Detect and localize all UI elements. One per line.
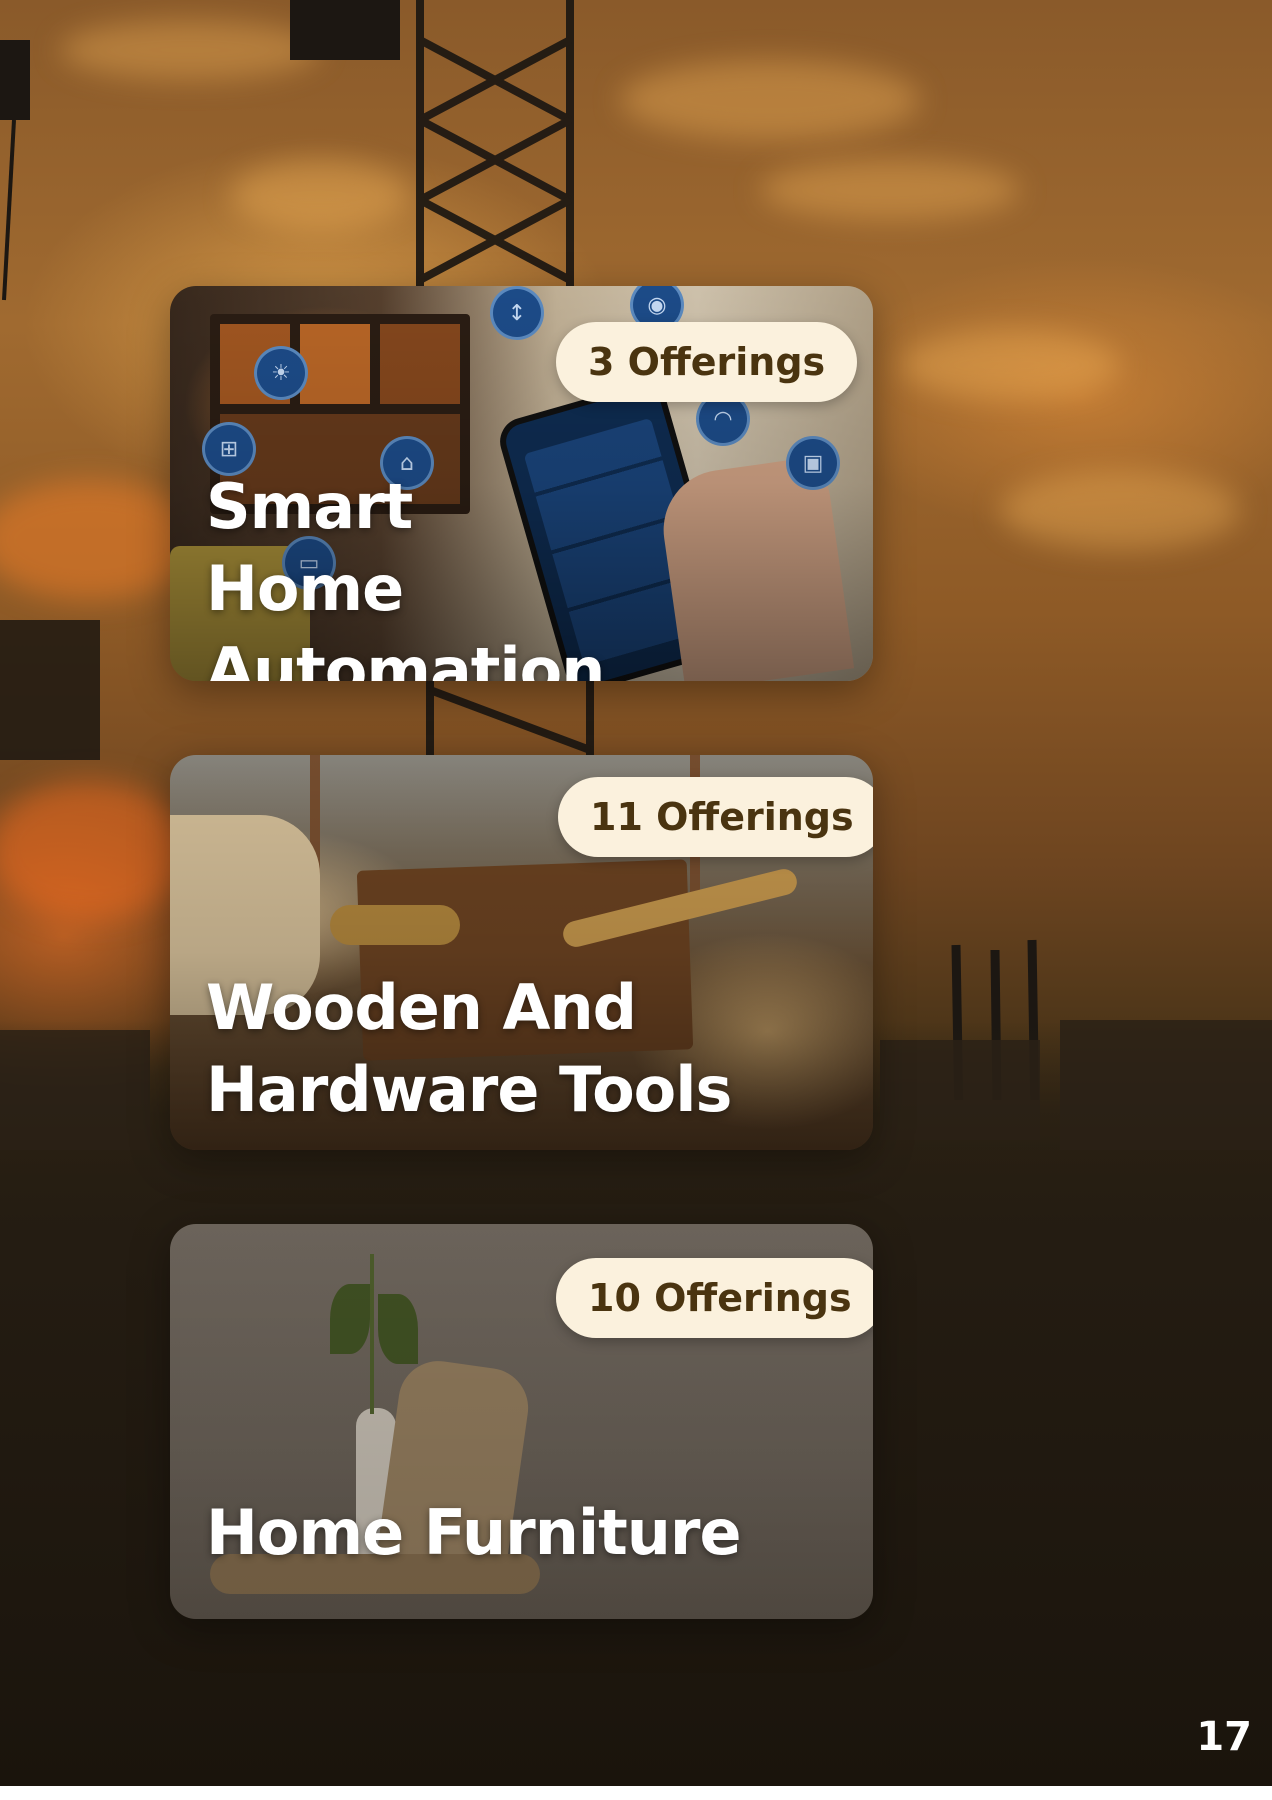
card-title: Wooden And Hardware Tools [206, 967, 766, 1131]
card-title: Smart Home Automation [206, 466, 626, 681]
offerings-badge: 10 Offerings [556, 1258, 873, 1338]
card-title: Home Furniture [206, 1492, 806, 1574]
category-card-home-furniture[interactable]: 10 Offerings Home Furniture [170, 1224, 873, 1619]
card-title-text: Smart Home Automation [206, 470, 605, 681]
category-card-wooden-and-hardware-tools[interactable]: 11 Offerings Wooden And Hardware Tools [170, 755, 873, 1150]
bottom-edge [0, 1786, 1272, 1800]
card-title-line-2: Hardware Tools [206, 1053, 732, 1126]
category-card-smart-home-automation[interactable]: ☀ ↕ ◉ ⊞ ⌂ ◠ ▣ ▭ 3 Offerings Smart Home A… [170, 286, 873, 681]
offerings-badge: 3 Offerings [556, 322, 858, 402]
offerings-badge: 11 Offerings [558, 777, 873, 857]
card-title-line-1: Wooden And [206, 971, 637, 1044]
page-number: 17 [1196, 1714, 1252, 1760]
card-title-text: Home Furniture [206, 1496, 741, 1569]
